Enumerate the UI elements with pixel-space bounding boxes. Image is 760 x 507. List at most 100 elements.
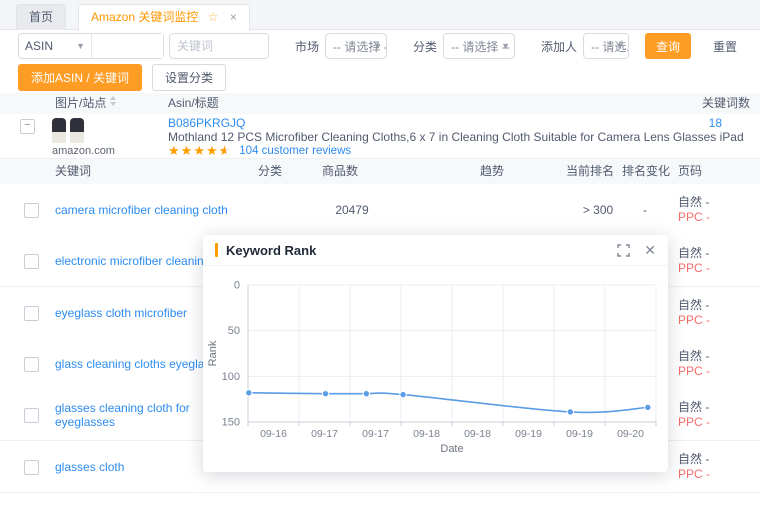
asin-input[interactable] (92, 34, 163, 58)
column-image-site: 图片/站点 (55, 93, 116, 114)
set-category-button[interactable]: 设置分类 (152, 64, 226, 91)
column-keyword-count: 关键词数 (702, 93, 750, 114)
asin-type-select[interactable]: ASIN ▼ (19, 34, 92, 58)
reset-button[interactable]: 重置 (707, 37, 743, 56)
svg-text:09-17: 09-17 (311, 428, 338, 440)
favorite-star-icon[interactable]: ☆ (208, 10, 219, 24)
filter-bar: ASIN ▼ 市场 -- 请选择 -- ▼ 分类 -- 请选择 -- ▼ 添加人… (18, 33, 743, 59)
star-icon: ★ (168, 144, 181, 158)
svg-text:150: 150 (222, 417, 240, 429)
asin-link[interactable]: B086PKRGJQ (168, 116, 245, 130)
page-cell: 自然 - PPC - (678, 195, 710, 225)
svg-text:09-19: 09-19 (566, 428, 593, 440)
chevron-down-icon: ▼ (501, 41, 510, 51)
asin-filter-group: ASIN ▼ (18, 33, 164, 59)
product-image (52, 117, 88, 143)
product-count-cell: 20479 (322, 203, 382, 217)
svg-text:100: 100 (222, 371, 240, 383)
market-label: 市场 (295, 38, 319, 55)
natural-page-value: 自然 - (678, 452, 710, 467)
chevron-down-icon: ▼ (76, 41, 85, 51)
tab-active-label: Amazon 关键词监控 (91, 10, 198, 24)
row-checkbox[interactable] (24, 357, 39, 372)
product-table-header: 图片/站点 Asin/标题 关键词数 (0, 93, 760, 115)
tab-amazon-keyword-monitor[interactable]: Amazon 关键词监控 ☆ × (78, 4, 250, 31)
star-icon: ★ (181, 144, 194, 158)
fullscreen-icon[interactable] (617, 244, 630, 257)
customer-reviews-link[interactable]: 104 customer reviews (239, 145, 351, 157)
natural-page-value: 自然 - (678, 246, 710, 261)
chevron-down-icon: ▼ (615, 41, 624, 51)
svg-text:Rank: Rank (207, 340, 219, 366)
sort-icon[interactable] (110, 96, 116, 106)
title-accent-bar (215, 243, 218, 257)
keyword-rank-chart[interactable]: 05010015009-1609-1709-1709-1809-1809-190… (203, 266, 668, 472)
action-bar: 添加ASIN / 关键词 设置分类 (18, 64, 226, 91)
product-title: Mothland 12 PCS Microfiber Cleaning Clot… (168, 130, 743, 144)
keyword-search-input[interactable] (169, 33, 269, 59)
row-checkbox[interactable] (24, 306, 39, 321)
svg-text:Date: Date (440, 443, 463, 455)
svg-text:09-18: 09-18 (464, 428, 491, 440)
product-rating-row: ★★★★★★ 104 customer reviews (168, 143, 351, 158)
svg-text:09-16: 09-16 (260, 428, 287, 440)
ppc-page-value: PPC - (678, 415, 710, 430)
search-button[interactable]: 查询 (645, 33, 691, 59)
close-icon[interactable]: ✕ (644, 243, 656, 257)
svg-text:09-20: 09-20 (617, 428, 644, 440)
keyword-link[interactable]: camera microfiber cleaning cloth (55, 203, 228, 217)
ppc-page-value: PPC - (678, 210, 710, 225)
row-checkbox[interactable] (24, 203, 39, 218)
keyword-rank-chart-area[interactable]: 05010015009-1609-1709-1709-1809-1809-190… (203, 266, 668, 472)
keyword-link[interactable]: glasses cloth (55, 460, 124, 474)
ppc-page-value: PPC - (678, 313, 710, 328)
page-cell: 自然 - PPC - (678, 298, 710, 328)
market-select[interactable]: -- 请选择 -- ▼ (325, 33, 387, 59)
keyword-rank-modal: Keyword Rank ✕ 05010015009-1609-1709-170… (203, 235, 668, 472)
tab-bar: 首页 Amazon 关键词监控 ☆ × (0, 0, 760, 30)
column-product-count: 商品数 (322, 159, 358, 184)
add-asin-keyword-button[interactable]: 添加ASIN / 关键词 (18, 64, 142, 91)
star-icon: ★ (193, 144, 206, 158)
svg-text:09-19: 09-19 (515, 428, 542, 440)
column-page: 页码 (678, 159, 702, 184)
svg-text:09-17: 09-17 (362, 428, 389, 440)
rank-change-cell: - (622, 203, 668, 217)
chevron-down-icon: ▼ (373, 41, 382, 51)
star-icon: ★ (206, 144, 219, 158)
column-category: 分类 (258, 159, 282, 184)
svg-text:09-18: 09-18 (413, 428, 440, 440)
ppc-page-value: PPC - (678, 364, 710, 379)
column-trend: 趋势 (480, 159, 504, 184)
star-rating: ★★★★★★ (168, 144, 231, 158)
collapse-row-icon[interactable]: − (20, 119, 35, 134)
star-icon: ★★ (219, 144, 232, 158)
tab-home-label: 首页 (29, 10, 53, 24)
natural-page-value: 自然 - (678, 195, 710, 210)
table-row: camera microfiber cleaning cloth 20479 >… (0, 184, 760, 236)
column-keyword: 关键词 (55, 159, 91, 184)
column-rank-change: 排名变化 (622, 159, 670, 184)
marketplace-site: amazon.com (52, 145, 115, 157)
modal-header: Keyword Rank ✕ (203, 235, 668, 266)
category-select[interactable]: -- 请选择 -- ▼ (443, 33, 515, 59)
row-checkbox[interactable] (24, 460, 39, 475)
page-cell: 自然 - PPC - (678, 246, 710, 276)
adder-select[interactable]: -- 请选... ▼ (583, 33, 629, 59)
keyword-table-header: 关键词 分类 商品数 趋势 当前排名 排名变化 页码 (0, 159, 760, 185)
keyword-link[interactable]: eyeglass cloth microfiber (55, 306, 187, 320)
asin-type-value: ASIN (25, 39, 53, 53)
row-checkbox[interactable] (24, 254, 39, 269)
adder-label: 添加人 (541, 38, 577, 55)
page-cell: 自然 - PPC - (678, 400, 710, 430)
keyword-count-link[interactable]: 18 (709, 116, 722, 130)
page-cell: 自然 - PPC - (678, 349, 710, 379)
category-label: 分类 (413, 38, 437, 55)
row-checkbox[interactable] (24, 408, 39, 423)
tab-home[interactable]: 首页 (16, 4, 66, 30)
natural-page-value: 自然 - (678, 298, 710, 313)
tab-close-icon[interactable]: × (230, 10, 237, 24)
column-asin-title: Asin/标题 (168, 93, 219, 114)
ppc-page-value: PPC - (678, 467, 710, 482)
amazon-keyword-monitor-page: 首页 Amazon 关键词监控 ☆ × ASIN ▼ 市场 -- 请选择 -- … (0, 0, 760, 507)
